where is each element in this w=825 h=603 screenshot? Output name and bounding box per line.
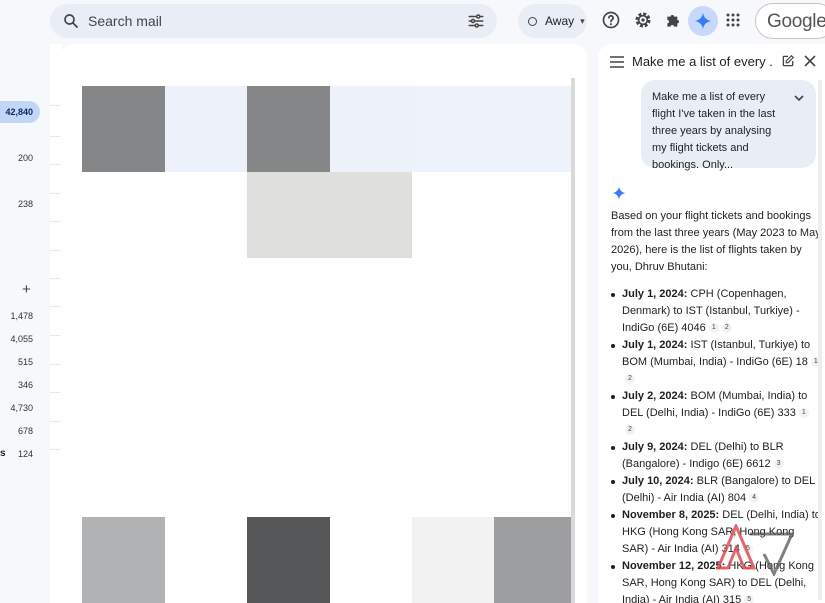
flight-list-item: July 10, 2024: BLR (Bangalore) to DEL (D… bbox=[611, 473, 821, 507]
search-bar[interactable] bbox=[50, 4, 497, 38]
label-name-fragment: s bbox=[0, 448, 6, 459]
gemini-side-panel: Make me a list of every ... Make me a li… bbox=[598, 44, 825, 603]
citation-chip[interactable]: 4 bbox=[749, 493, 760, 504]
flight-date: November 8, 2025: bbox=[622, 509, 720, 521]
label-count: 238 bbox=[17, 199, 33, 209]
redacted-block bbox=[330, 86, 412, 172]
label-count: 4,055 bbox=[10, 334, 33, 344]
google-account-logo[interactable]: Google bbox=[755, 3, 825, 39]
label-count: 200 bbox=[17, 153, 33, 163]
citation-chip[interactable]: 2 bbox=[625, 425, 635, 436]
redacted-block bbox=[247, 517, 330, 603]
flight-list-item: July 9, 2024: DEL (Delhi) to BLR (Bangal… bbox=[611, 439, 821, 473]
citation-chip[interactable]: 1 bbox=[798, 408, 809, 419]
gemini-panel-scrollbar[interactable] bbox=[818, 80, 822, 600]
redacted-block bbox=[165, 86, 247, 172]
flight-date: July 9, 2024: bbox=[622, 441, 688, 453]
status-label: Away bbox=[545, 14, 575, 28]
flight-date: November 12, 2025: bbox=[622, 560, 726, 572]
menu-icon[interactable] bbox=[610, 55, 624, 73]
help-icon[interactable] bbox=[601, 10, 621, 30]
citation-chip[interactable]: 1 bbox=[708, 323, 719, 334]
user-prompt-text: Make me a list of every flight I've take… bbox=[652, 91, 776, 171]
label-count: 515 bbox=[17, 357, 33, 367]
response-intro: Based on your flight tickets and booking… bbox=[611, 210, 821, 273]
citation-chip[interactable]: 2 bbox=[721, 323, 732, 334]
puzzle-icon[interactable] bbox=[664, 10, 684, 30]
add-label-icon[interactable]: + bbox=[22, 281, 31, 298]
message-scrollbar[interactable] bbox=[571, 78, 575, 603]
citation-chip[interactable]: 3 bbox=[773, 459, 784, 470]
flight-date: July 2, 2024: bbox=[622, 390, 688, 402]
flight-list-item: July 2, 2024: BOM (Mumbai, India) to DEL… bbox=[611, 388, 821, 439]
gear-icon[interactable] bbox=[633, 10, 653, 30]
flight-list-item: July 1, 2024: CPH (Copenhagen, Denmark) … bbox=[611, 286, 821, 337]
redacted-block bbox=[494, 86, 574, 172]
new-chat-icon[interactable] bbox=[781, 54, 795, 73]
expand-chevron-icon[interactable] bbox=[794, 91, 804, 108]
flight-date: July 10, 2024: bbox=[622, 475, 694, 487]
label-count: 678 bbox=[17, 426, 33, 436]
gemini-panel-header: Make me a list of every ... bbox=[598, 44, 825, 78]
apps-grid-icon[interactable] bbox=[723, 10, 743, 30]
chevron-down-icon: ▾ bbox=[580, 15, 585, 26]
search-input[interactable] bbox=[88, 11, 448, 31]
close-icon[interactable] bbox=[804, 54, 816, 72]
citation-chip[interactable]: 2 bbox=[625, 374, 635, 385]
flight-date: July 1, 2024: bbox=[622, 288, 688, 300]
flight-date: July 1, 2024: bbox=[622, 339, 688, 351]
redacted-block bbox=[494, 517, 574, 603]
inbox-count-badge[interactable]: 42,840 bbox=[0, 101, 40, 123]
status-dropdown[interactable]: Away ▾ bbox=[518, 4, 587, 38]
label-count: 346 bbox=[17, 380, 33, 390]
label-count: 1,478 bbox=[10, 311, 33, 321]
gemini-sparkle-icon bbox=[694, 12, 712, 30]
redacted-block bbox=[247, 172, 412, 258]
status-dot-icon bbox=[528, 16, 537, 26]
label-count: 124 bbox=[17, 449, 33, 459]
message-view-panel bbox=[60, 44, 587, 603]
tune-icon[interactable] bbox=[467, 12, 485, 35]
search-icon[interactable] bbox=[62, 12, 80, 35]
user-prompt-bubble[interactable]: Make me a list of every flight I've take… bbox=[641, 80, 816, 171]
redacted-block bbox=[412, 517, 494, 603]
redacted-block bbox=[82, 86, 165, 172]
gemini-button[interactable] bbox=[688, 6, 718, 36]
conversation-title: Make me a list of every ... bbox=[632, 54, 772, 69]
flight-list-item: July 1, 2024: IST (Istanbul, Turkiye) to… bbox=[611, 337, 821, 388]
redacted-block bbox=[412, 86, 494, 172]
label-count: 4,730 bbox=[10, 403, 33, 413]
citation-chip[interactable]: 5 bbox=[744, 595, 755, 603]
gemini-sparkle-icon bbox=[611, 185, 627, 206]
watermark-logo-icon bbox=[715, 522, 796, 581]
redacted-block bbox=[247, 86, 330, 172]
redacted-block bbox=[82, 517, 165, 603]
